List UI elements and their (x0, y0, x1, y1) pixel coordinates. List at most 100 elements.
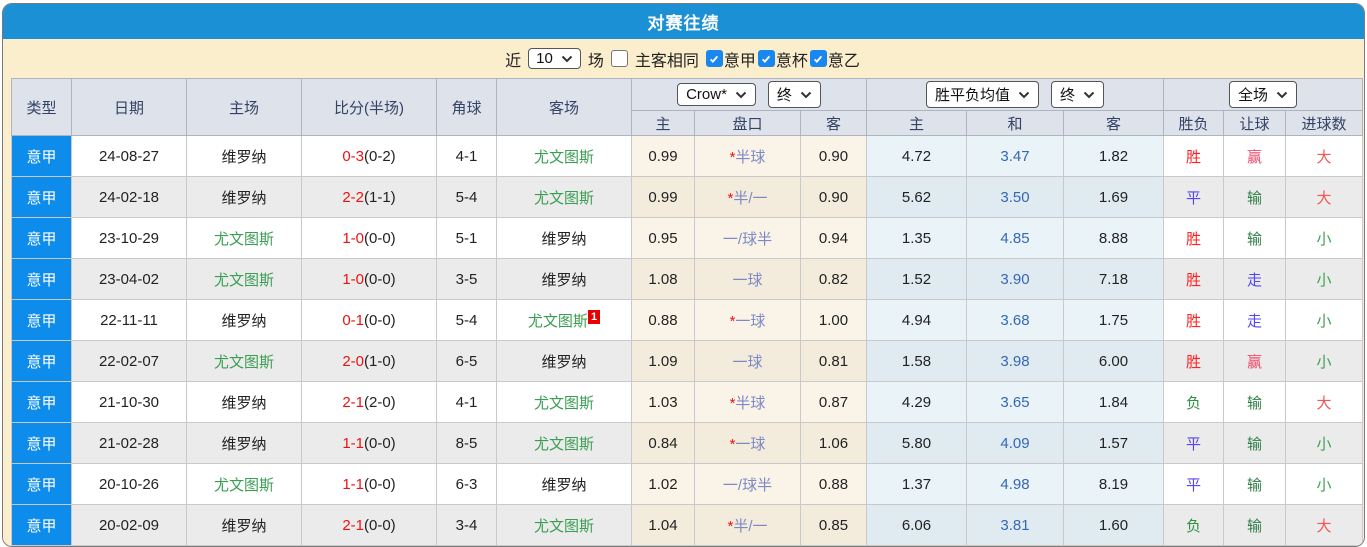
avg-home-cell: 1.58 (866, 340, 968, 382)
recent-label: 近 (505, 52, 522, 70)
league-checkbox-2[interactable] (809, 50, 827, 68)
handicap-cell: *半/一 (694, 504, 801, 546)
avg-home-cell: 4.72 (866, 135, 968, 177)
avg-home-cell: 5.80 (866, 422, 968, 464)
odds-home-cell: 1.09 (631, 340, 695, 382)
away-team-cell: 尤文图斯 (496, 504, 632, 546)
goals-cell: 小 (1285, 463, 1364, 505)
league-badge: 意甲 (11, 504, 72, 546)
odds-away-cell: 0.90 (799, 135, 868, 177)
league-label-1: 意杯 (775, 52, 808, 70)
avg-home-cell: 5.62 (866, 176, 968, 218)
odds-away-cell: 0.90 (799, 176, 868, 218)
league-badge: 意甲 (11, 422, 72, 464)
scope-select[interactable]: 全场 (1229, 81, 1298, 108)
table-row: 意甲 20-02-09 维罗纳 2-1(0-0) 3-4 尤文图斯 1.04 *半/一 0.85… (11, 504, 1364, 546)
goals-cell: 大 (1285, 381, 1364, 423)
avg-time-select[interactable]: 终 (1051, 81, 1105, 108)
avg-home-cell: 1.37 (866, 463, 968, 505)
league-checkbox-1[interactable] (757, 50, 775, 68)
league-checkbox-0[interactable] (705, 50, 723, 68)
corners-cell: 3-5 (436, 258, 497, 300)
result-cell: 胜 (1163, 258, 1225, 300)
odds-away-cell: 0.94 (799, 217, 868, 259)
odds-away-cell: 1.06 (799, 422, 868, 464)
col-score: 比分(半场) (301, 78, 437, 136)
avg-draw-cell: 3.81 (966, 504, 1065, 546)
date-cell: 20-02-09 (71, 504, 187, 546)
score-cell: 1-0(0-0) (301, 258, 437, 300)
date-cell: 22-02-07 (71, 340, 187, 382)
handicap-result-cell: 输 (1223, 381, 1287, 423)
avg-away-cell: 1.60 (1063, 504, 1165, 546)
odds-home-cell: 0.84 (631, 422, 695, 464)
odds-home-cell: 1.03 (631, 381, 695, 423)
chevron-down-icon (800, 91, 812, 98)
handicap-cell: 一球 (694, 340, 801, 382)
avg-away-cell: 1.57 (1063, 422, 1165, 464)
col-handicap-result: 让球 (1223, 110, 1287, 136)
avg-away-cell: 1.82 (1063, 135, 1165, 177)
goals-cell: 小 (1285, 258, 1364, 300)
date-cell: 23-10-29 (71, 217, 187, 259)
handicap-cell: *半球 (694, 381, 801, 423)
date-cell: 24-08-27 (71, 135, 187, 177)
result-cell: 平 (1163, 176, 1225, 218)
result-cell: 胜 (1163, 217, 1225, 259)
date-cell: 22-11-11 (71, 299, 187, 341)
col-type: 类型 (11, 78, 72, 136)
league-badge: 意甲 (11, 258, 72, 300)
handicap-result-cell: 输 (1223, 176, 1287, 218)
head-to-head-panel: 对赛往绩 近 10 场 主客相同 意甲 意杯 意乙 类型 日期 主场 比分(半场… (2, 3, 1365, 547)
score-cell: 0-3(0-2) (301, 135, 437, 177)
avg-draw-cell: 4.98 (966, 463, 1065, 505)
avg-draw-cell: 4.09 (966, 422, 1065, 464)
odds-home-cell: 0.88 (631, 299, 695, 341)
odds-company-select[interactable]: Crow* (677, 83, 756, 106)
handicap-result-cell: 走 (1223, 299, 1287, 341)
score-cell: 1-1(0-0) (301, 463, 437, 505)
avg-home-cell: 6.06 (866, 504, 968, 546)
avg-draw-cell: 3.65 (966, 381, 1065, 423)
odds-time-select[interactable]: 终 (767, 81, 821, 108)
avg-home-cell: 4.94 (866, 299, 968, 341)
odds-away-cell: 0.88 (799, 463, 868, 505)
chevron-down-icon (1018, 91, 1030, 98)
match-count-select[interactable]: 10 (528, 48, 581, 70)
table-row: 意甲 23-10-29 尤文图斯 1-0(0-0) 5-1 维罗纳 0.95 一/球半 0.94… (11, 217, 1364, 259)
league-label-0: 意甲 (723, 52, 756, 70)
note-badge: 1 (587, 309, 601, 324)
handicap-result-cell: 输 (1223, 217, 1287, 259)
home-team-cell: 尤文图斯 (186, 340, 302, 382)
result-cell: 胜 (1163, 135, 1225, 177)
score-cell: 1-1(0-0) (301, 422, 437, 464)
avg-home-cell: 4.29 (866, 381, 968, 423)
league-filters: 意甲 意杯 意乙 (705, 47, 862, 71)
corners-cell: 3-4 (436, 504, 497, 546)
league-badge: 意甲 (11, 176, 72, 218)
chevron-down-icon (735, 91, 747, 98)
col-handicap: 盘口 (694, 110, 801, 136)
avg-type-select[interactable]: 胜平负均值 (926, 81, 1040, 108)
home-team-cell: 尤文图斯 (186, 217, 302, 259)
away-team-cell: 维罗纳 (496, 340, 632, 382)
league-badge: 意甲 (11, 340, 72, 382)
away-team-cell: 维罗纳 (496, 463, 632, 505)
corners-cell: 5-4 (436, 176, 497, 218)
handicap-result-cell: 赢 (1223, 135, 1287, 177)
league-badge: 意甲 (11, 381, 72, 423)
avg-away-cell: 7.18 (1063, 258, 1165, 300)
same-venue-checkbox[interactable] (610, 50, 628, 68)
avg-draw-cell: 3.50 (966, 176, 1065, 218)
away-team-cell: 尤文图斯 1 (496, 299, 632, 341)
head-to-head-table: 类型 日期 主场 比分(半场) 角球 客场 Crow* 终 胜平负均值 终 全场… (11, 78, 1364, 546)
handicap-result-cell: 赢 (1223, 340, 1287, 382)
col-avg-home: 主 (866, 110, 968, 136)
odds-home-cell: 1.02 (631, 463, 695, 505)
table-row: 意甲 22-11-11 维罗纳 0-1(0-0) 5-4 尤文图斯 1 0.88 *一球 1.00… (11, 299, 1364, 341)
away-team-cell: 维罗纳 (496, 258, 632, 300)
check-icon (762, 55, 771, 63)
away-team-cell: 尤文图斯 (496, 422, 632, 464)
home-team-cell: 维罗纳 (186, 135, 302, 177)
odds-group-header: Crow* 终 (630, 78, 868, 111)
